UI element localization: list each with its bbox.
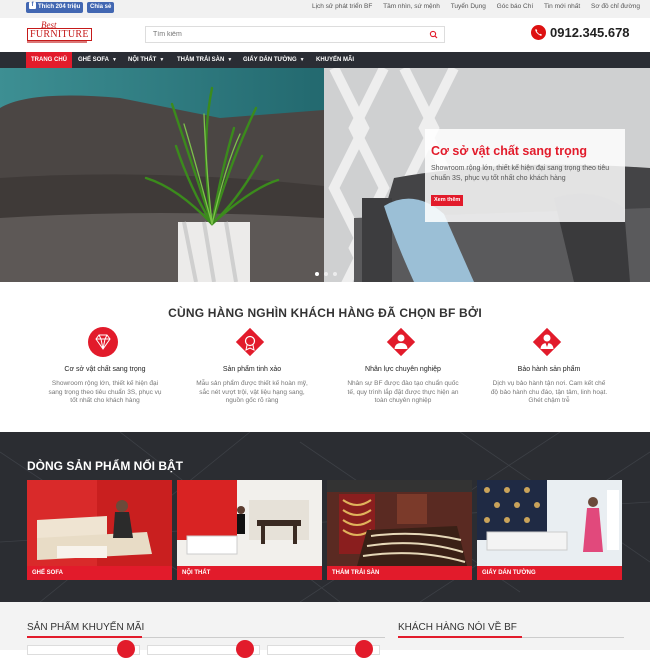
nav-item-home[interactable]: Trang chủ <box>26 52 72 68</box>
top-links: Lịch sử phát triển BF Tầm nhìn, sứ mệnh … <box>303 3 640 10</box>
facebook-share-button[interactable]: Chia sẻ <box>87 2 115 13</box>
top-link-vision[interactable]: Tầm nhìn, sứ mệnh <box>383 3 440 10</box>
search-input[interactable] <box>146 27 424 42</box>
top-link-directions[interactable]: Sơ đồ chỉ đường <box>591 3 640 10</box>
hero-text: Showroom rộng lớn, thiết kế hiện đại san… <box>431 165 610 182</box>
chevron-down-icon: ▼ <box>112 57 117 63</box>
why-title: CÙNG HÀNG NGHÌN KHÁCH HÀNG ĐÃ CHỌN BF BỞ… <box>168 306 482 320</box>
testimonial-title: KHÁCH HÀNG NÓI VỀ BF <box>398 622 517 633</box>
hero-title: Cơ sở vật chất sang trọng <box>431 144 587 158</box>
nav-item-wallpaper[interactable]: Giấy dán tường ▼ <box>243 52 305 68</box>
hero-image-left <box>0 68 324 282</box>
top-link-news[interactable]: Tin mới nhất <box>544 3 580 10</box>
nav-item-carpet[interactable]: Thảm trải sàn ▼ <box>177 52 232 68</box>
category-card-furniture[interactable]: Nội thất <box>177 480 322 580</box>
sale-badge <box>355 640 373 658</box>
hero-more-button[interactable]: Xem thêm <box>431 195 464 206</box>
search-button[interactable] <box>426 28 442 41</box>
category-image <box>477 480 622 566</box>
quality-icon <box>235 327 265 357</box>
diamond-icon <box>88 327 118 357</box>
staff-icon <box>386 327 416 357</box>
facebook-icon: f <box>29 2 36 10</box>
featured-title: DÒNG SẢN PHẨM NỔI BẬT <box>27 459 183 473</box>
category-image <box>177 480 322 566</box>
phone-number: 0912.345.678 <box>550 25 630 40</box>
hero-caption: Cơ sở vật chất sang trọng Showroom rộng … <box>425 129 625 282</box>
main-nav: Trang chủ Ghế Sofa ▼ Nội thất ▼ Thảm trải … <box>0 52 650 68</box>
category-image <box>27 480 172 566</box>
nav-item-sofa[interactable]: Ghế Sofa ▼ <box>78 52 117 68</box>
warranty-icon <box>532 327 562 357</box>
slider-dot[interactable] <box>333 272 337 276</box>
top-bar: f Thích 204 triệu Chia sẻ Lịch sử phát tr… <box>0 0 650 18</box>
logo[interactable]: Best FURNITURE <box>27 20 92 46</box>
top-link-history[interactable]: Lịch sử phát triển BF <box>312 3 372 10</box>
chevron-down-icon: ▼ <box>159 57 165 63</box>
promo-title: SẢN PHẨM KHUYẾN MÃI <box>27 622 145 633</box>
sale-badge <box>236 640 254 658</box>
featured-section: DÒNG SẢN PHẨM NỔI BẬT Ghế Sofa <box>0 432 650 602</box>
search-icon <box>429 30 438 39</box>
category-image <box>327 480 472 566</box>
category-card-sofa[interactable]: Ghế Sofa <box>27 480 172 580</box>
phone-icon <box>531 25 546 40</box>
facebook-like-button[interactable]: f Thích 204 triệu <box>26 2 84 13</box>
top-link-careers[interactable]: Tuyển Dụng <box>451 3 486 10</box>
slider-dot[interactable] <box>315 272 319 276</box>
chevron-down-icon: ▼ <box>299 57 305 63</box>
nav-item-furniture[interactable]: Nội thất ▼ <box>128 52 164 68</box>
search-box <box>145 26 445 43</box>
category-card-carpet[interactable]: Thảm trải sàn <box>327 480 472 580</box>
top-link-press[interactable]: Góc báo Chí <box>497 3 534 10</box>
sale-badge <box>117 640 135 658</box>
nav-item-promotion[interactable]: Khuyến mãi <box>316 52 354 68</box>
hero-slider[interactable]: Cơ sở vật chất sang trọng Showroom rộng … <box>0 68 650 282</box>
category-card-wallpaper[interactable]: Giấy dán tường <box>477 480 622 580</box>
slider-dot[interactable] <box>324 272 328 276</box>
header: Best FURNITURE 0912.345.678 <box>0 18 650 52</box>
chevron-down-icon: ▼ <box>227 57 233 63</box>
